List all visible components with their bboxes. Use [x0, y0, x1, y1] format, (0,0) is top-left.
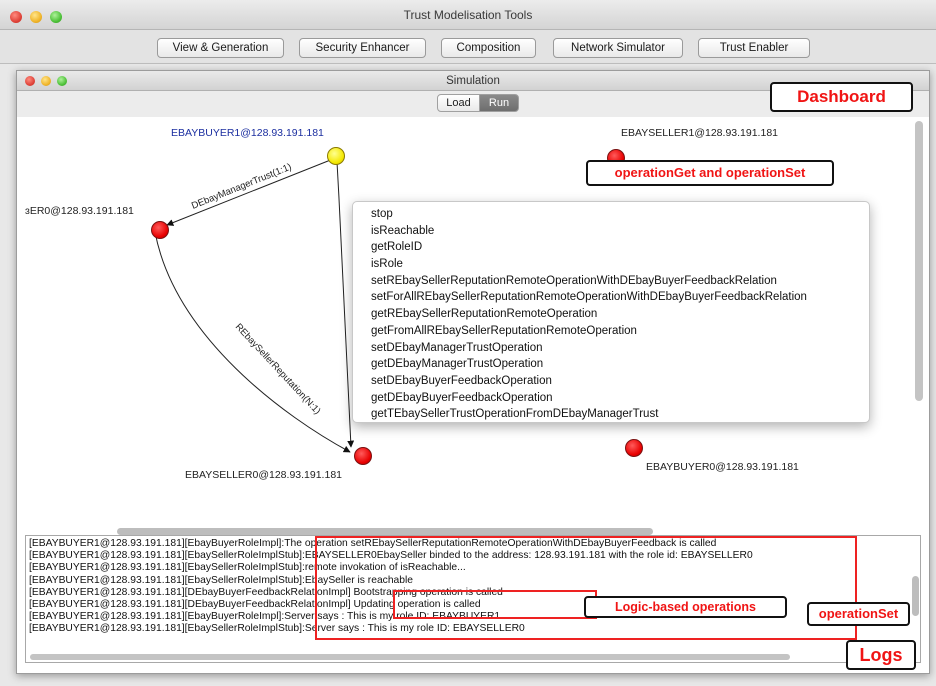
logs-callout: Logs — [846, 640, 916, 670]
edge-label-seller-reputation: REbaySellerReputation(N:1) — [233, 322, 323, 417]
log-horizontal-scrollbar[interactable] — [30, 654, 790, 660]
trust-enabler-button[interactable]: Trust Enabler — [698, 38, 810, 58]
node-manager0[interactable] — [151, 221, 169, 239]
node-label-manager0: ɜER0@128.93.191.181 — [25, 205, 134, 217]
composition-button[interactable]: Composition — [441, 38, 536, 58]
menu-item-isrole[interactable]: isRole — [371, 256, 869, 273]
window-title: Trust Modelisation Tools — [403, 8, 533, 22]
node-label-seller0: EBAYSELLER0@128.93.191.181 — [185, 469, 342, 481]
menu-item-getfromall-reputation[interactable]: getFromAllREbaySellerReputationRemoteOpe… — [371, 323, 869, 340]
node-seller0[interactable] — [354, 447, 372, 465]
main-toolbar: View & Generation Security Enhancer Comp… — [0, 30, 936, 64]
menu-item-get-buyer-feedback[interactable]: getDEbayBuyerFeedbackOperation — [371, 390, 869, 407]
node-label-buyer1: EBAYBUYER1@128.93.191.181 — [171, 127, 324, 139]
menu-item-setforall-reputation-relation[interactable]: setForAllREbaySellerReputationRemoteOper… — [371, 289, 869, 306]
menu-item-stop[interactable]: stop — [371, 206, 869, 223]
edge-buyer-seller0 — [336, 161, 355, 448]
security-enhancer-button[interactable]: Security Enhancer — [299, 38, 426, 58]
node-buyer0[interactable] — [625, 439, 643, 457]
network-simulator-button[interactable]: Network Simulator — [553, 38, 683, 58]
run-segment[interactable]: Run — [479, 94, 519, 112]
menu-item-isreachable[interactable]: isReachable — [371, 223, 869, 240]
menu-item-set-reputation-relation[interactable]: setREbaySellerReputationRemoteOperationW… — [371, 273, 869, 290]
node-label-buyer0: EBAYBUYER0@128.93.191.181 — [646, 461, 799, 473]
edge-label-manager-trust: DEbayManagerTrust(1:1) — [190, 162, 293, 212]
operationset-callout: operationSet — [807, 602, 910, 626]
operation-get-set-callout: operationGet and operationSet — [586, 160, 834, 186]
graph-vertical-scrollbar[interactable] — [915, 121, 923, 401]
main-titlebar: Trust Modelisation Tools — [0, 0, 936, 30]
logic-operations-highlight-box — [393, 590, 597, 619]
menu-item-get-manager-trust[interactable]: getDEbayManagerTrustOperation — [371, 356, 869, 373]
operationset-highlight-box — [315, 536, 857, 640]
logic-based-callout: Logic-based operations — [584, 596, 787, 618]
menu-item-set-buyer-feedback[interactable]: setDEbayBuyerFeedbackOperation — [371, 373, 869, 390]
menu-item-get-seller-trust[interactable]: getTEbaySellerTrustOperationFromDEbayMan… — [371, 406, 869, 423]
operations-menu: stop isReachable getRoleID isRole setREb… — [352, 201, 870, 423]
menu-item-getroleid[interactable]: getRoleID — [371, 239, 869, 256]
main-window: Trust Modelisation Tools View & Generati… — [0, 0, 936, 686]
menu-item-get-reputation[interactable]: getREbaySellerReputationRemoteOperation — [371, 306, 869, 323]
menu-item-set-manager-trust[interactable]: setDEbayManagerTrustOperation — [371, 340, 869, 357]
dashboard-callout: Dashboard — [770, 82, 913, 112]
node-label-seller1: EBAYSELLER1@128.93.191.181 — [621, 127, 778, 139]
view-generation-button[interactable]: View & Generation — [157, 38, 284, 58]
graph-horizontal-scrollbar[interactable] — [117, 528, 653, 535]
log-vertical-scrollbar[interactable] — [912, 576, 919, 616]
node-buyer1[interactable] — [327, 147, 345, 165]
load-segment[interactable]: Load — [437, 94, 480, 112]
edge-manager-trust — [166, 158, 334, 226]
